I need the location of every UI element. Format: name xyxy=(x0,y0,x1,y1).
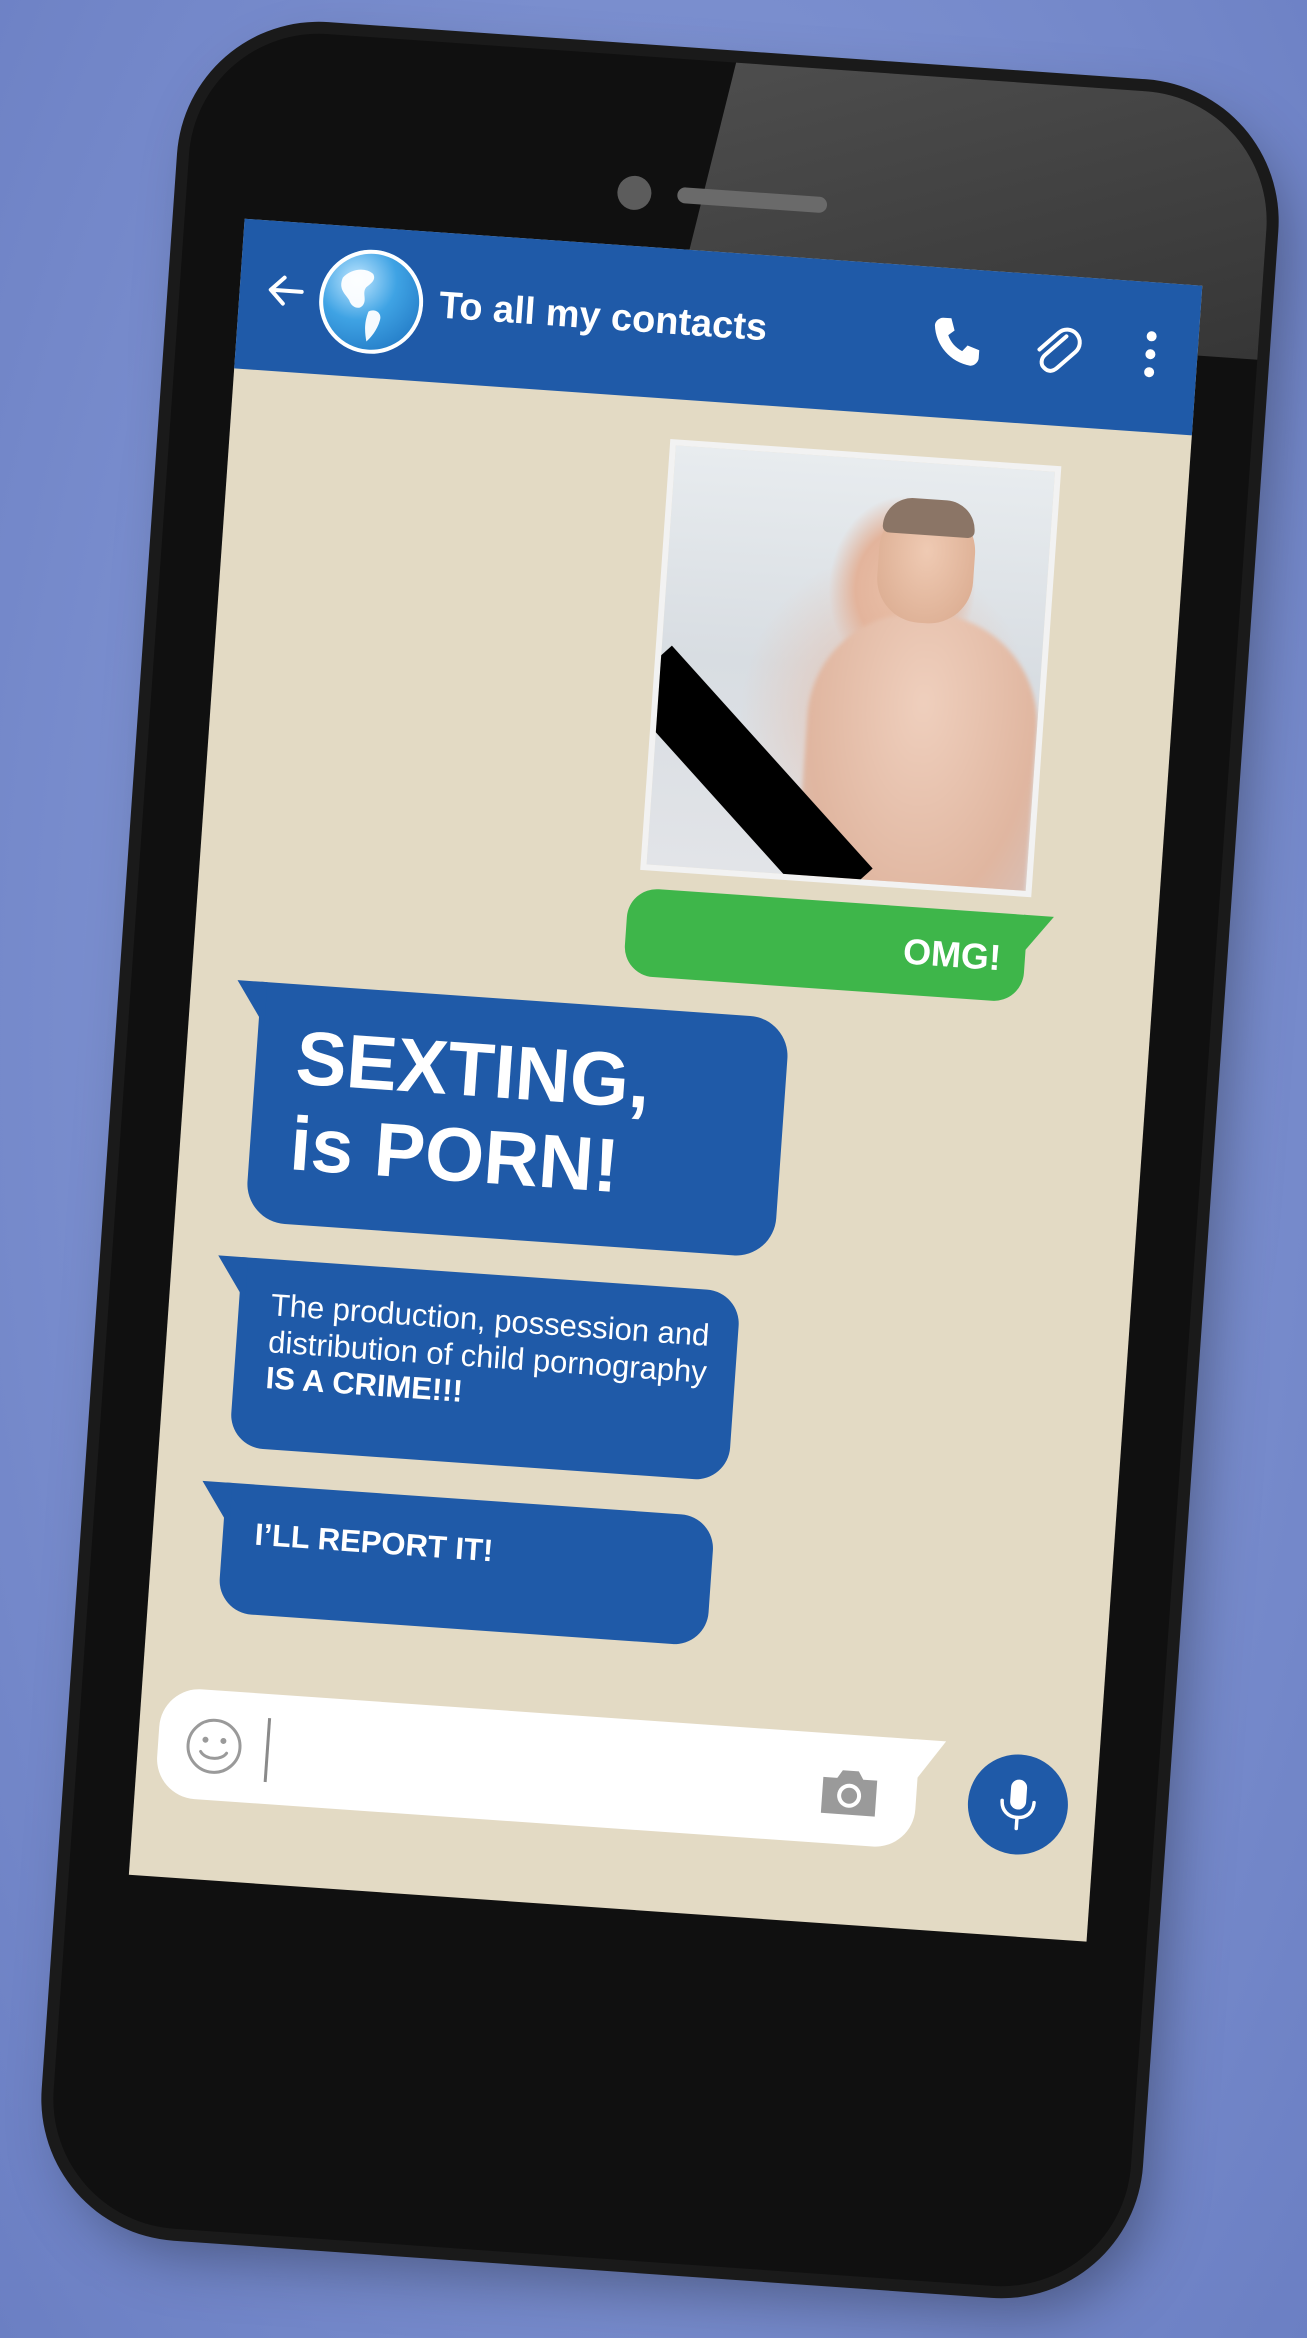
received-headline-bubble: SEXTING, is PORN! xyxy=(234,980,791,1259)
sent-message-text: OMG! xyxy=(901,930,1003,979)
headline-line-2: is PORN! xyxy=(287,1101,622,1210)
camera-icon[interactable] xyxy=(815,1763,885,1821)
globe-icon[interactable] xyxy=(315,246,427,358)
message-composer[interactable] xyxy=(154,1686,947,1850)
info-message: The production, possession and distribut… xyxy=(265,1287,742,1429)
bubble-tail xyxy=(1021,914,1054,957)
phone-device: To all my contacts OMG! SEXTING, is PORN… xyxy=(44,25,1276,2295)
bubble-tail xyxy=(215,1255,249,1302)
chat-title[interactable]: To all my contacts xyxy=(438,285,769,351)
bubble-tail xyxy=(199,1480,233,1527)
report-message-text: I’LL REPORT IT! xyxy=(253,1516,495,1569)
photo-person-hair xyxy=(882,496,977,539)
composer-tail xyxy=(913,1739,947,1786)
poster-scene: To all my contacts OMG! SEXTING, is PORN… xyxy=(0,0,1307,2338)
received-info-bubble: The production, possession and distribut… xyxy=(215,1255,742,1482)
sent-message-bubble: OMG! xyxy=(622,887,1054,1003)
chat-screen: To all my contacts OMG! SEXTING, is PORN… xyxy=(128,218,1203,1942)
paperclip-icon[interactable] xyxy=(1026,318,1086,378)
text-cursor xyxy=(263,1718,272,1783)
received-report-bubble: I’LL REPORT IT! xyxy=(199,1480,716,1647)
kebab-menu-icon[interactable] xyxy=(1121,324,1181,384)
front-camera xyxy=(616,174,653,212)
arrow-left-icon[interactable] xyxy=(260,264,313,317)
shared-photo[interactable] xyxy=(640,438,1062,898)
bubble-tail xyxy=(234,980,268,1027)
voice-record-button[interactable] xyxy=(964,1751,1072,1858)
microphone-icon xyxy=(1000,1779,1036,1831)
phone-icon[interactable] xyxy=(926,311,986,371)
smiley-icon[interactable] xyxy=(182,1714,246,1778)
